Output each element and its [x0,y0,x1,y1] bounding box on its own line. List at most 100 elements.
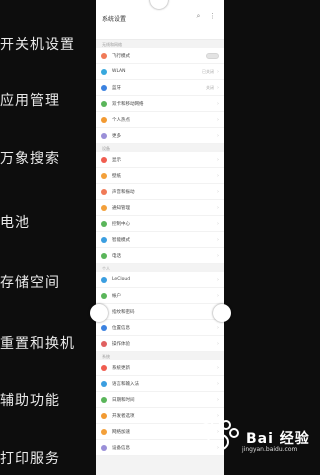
setting-label: 双卡和移动网络 [112,101,144,107]
setting-value: 关闭 [206,84,214,90]
settings-title: 系统设置 [102,16,127,23]
chevron-right-icon: › [217,84,219,91]
settings-row[interactable]: 显示 › [96,152,224,168]
baidu-paw-logo [201,419,239,451]
setting-icon [101,204,107,211]
chevron-right-icon: › [217,188,219,195]
chevron-right-icon: › [217,204,219,211]
setting-label: 帐户 [112,293,121,299]
setting-value: 已关闭 [202,68,214,74]
setting-icon [101,340,107,347]
setting-icon [101,100,107,107]
left-menu-item[interactable]: 开关机设置 [0,34,96,54]
watermark-text: Bai 经验 [246,431,310,447]
chevron-right-icon: › [217,340,219,347]
settings-row[interactable]: 操作体验 › [96,336,224,352]
setting-icon [101,380,107,387]
setting-label: 电话 [112,253,121,259]
setting-icon [101,412,107,419]
setting-label: 个人热点 [112,117,130,123]
setting-icon [101,132,107,139]
setting-icon [101,52,107,59]
setting-label: 声音和振动 [112,189,135,195]
chevron-right-icon: › [217,380,219,387]
settings-row[interactable]: 位置信息 › [96,320,224,336]
settings-list: 无线和网络 飞行模式 WLAN 已关闭 › 蓝牙 关闭 › 双卡和移动网络 › 个人热点 › 更多 › 设备… [96,40,224,456]
setting-label: 通知管理 [112,205,130,211]
setting-label: 更多 [112,133,121,139]
settings-row[interactable]: 声音和振动 › [96,184,224,200]
chevron-right-icon: › [217,220,219,227]
setting-icon [101,444,107,451]
watermark-url: jingyan.baidu.com [242,446,298,453]
search-icon[interactable]: ⌕ [194,12,203,21]
setting-icon [101,172,107,179]
chevron-right-icon: › [217,132,219,139]
settings-row[interactable]: 帐户 › [96,288,224,304]
chevron-right-icon: › [217,364,219,371]
settings-row[interactable]: LeCloud › [96,272,224,288]
settings-row[interactable]: 飞行模式 [96,48,224,64]
section-header: 无线和网络 [96,40,224,48]
settings-row[interactable]: 通知管理 › [96,200,224,216]
chevron-right-icon: › [217,172,219,179]
crop-handle-left[interactable] [90,304,108,322]
setting-icon [101,396,107,403]
left-menu-item[interactable]: 万象搜索 [0,148,96,168]
section-header: 系统 [96,352,224,360]
settings-row[interactable]: 控制中心 › [96,216,224,232]
chevron-right-icon: › [217,324,219,331]
settings-row[interactable]: 蓝牙 关闭 › [96,80,224,96]
settings-row[interactable]: 电话 › [96,248,224,264]
setting-icon [101,188,107,195]
setting-icon [101,84,107,91]
chevron-right-icon: › [217,156,219,163]
settings-row[interactable]: 个人热点 › [96,112,224,128]
settings-row[interactable]: 语言和输入法 › [96,376,224,392]
setting-icon [101,252,107,259]
settings-screenshot: 系统设置 ⌕ ⋮ 无线和网络 飞行模式 WLAN 已关闭 › 蓝牙 关闭 › 双卡和移动网络 › 个… [96,0,224,475]
crop-handle-right[interactable] [213,304,231,322]
setting-icon [101,116,107,123]
setting-label: 位置信息 [112,325,130,331]
setting-label: 日期和时间 [112,397,135,403]
chevron-right-icon: › [217,100,219,107]
setting-label: 系统更新 [112,365,130,371]
setting-icon [101,68,107,75]
settings-row[interactable]: 更多 › [96,128,224,144]
baidu-watermark: Bai 经验 jingyan.baidu.com [194,418,310,453]
more-icon[interactable]: ⋮ [208,12,217,21]
settings-row[interactable]: 双卡和移动网络 › [96,96,224,112]
setting-label: 指纹和密码 [112,309,135,315]
settings-row[interactable]: 智能模式 › [96,232,224,248]
chevron-right-icon: › [217,276,219,283]
setting-label: 语言和输入法 [112,381,139,387]
left-menu-item[interactable]: 电池 [0,212,96,232]
settings-row[interactable]: WLAN 已关闭 › [96,64,224,80]
chevron-right-icon: › [217,292,219,299]
setting-icon [101,220,107,227]
setting-label: 智能模式 [112,237,130,243]
settings-row[interactable]: 指纹和密码› [96,304,224,320]
settings-row[interactable]: 日期和时间 › [96,392,224,408]
chevron-right-icon: › [217,252,219,259]
setting-label: 蓝牙 [112,85,121,91]
setting-icon [101,292,107,299]
left-menu-item[interactable]: 应用管理 [0,90,96,110]
settings-row[interactable]: 壁纸 › [96,168,224,184]
setting-icon [101,236,107,243]
chevron-right-icon: › [217,236,219,243]
left-menu-item[interactable]: 存储空间 [0,272,96,292]
left-menu-item[interactable]: 重置和换机 [0,333,96,353]
chevron-right-icon: › [217,116,219,123]
setting-icon [101,428,107,435]
setting-label: 控制中心 [112,221,130,227]
airplane-mode-toggle[interactable] [206,52,219,59]
setting-label: LeCloud [112,277,131,282]
section-header: 设备 [96,144,224,152]
setting-label: 操作体验 [112,341,130,347]
left-menu-item[interactable]: 打印服务 [0,448,96,468]
left-menu-item[interactable]: 辅助功能 [0,390,96,410]
chevron-right-icon: › [217,68,219,75]
settings-row[interactable]: 系统更新 › [96,360,224,376]
